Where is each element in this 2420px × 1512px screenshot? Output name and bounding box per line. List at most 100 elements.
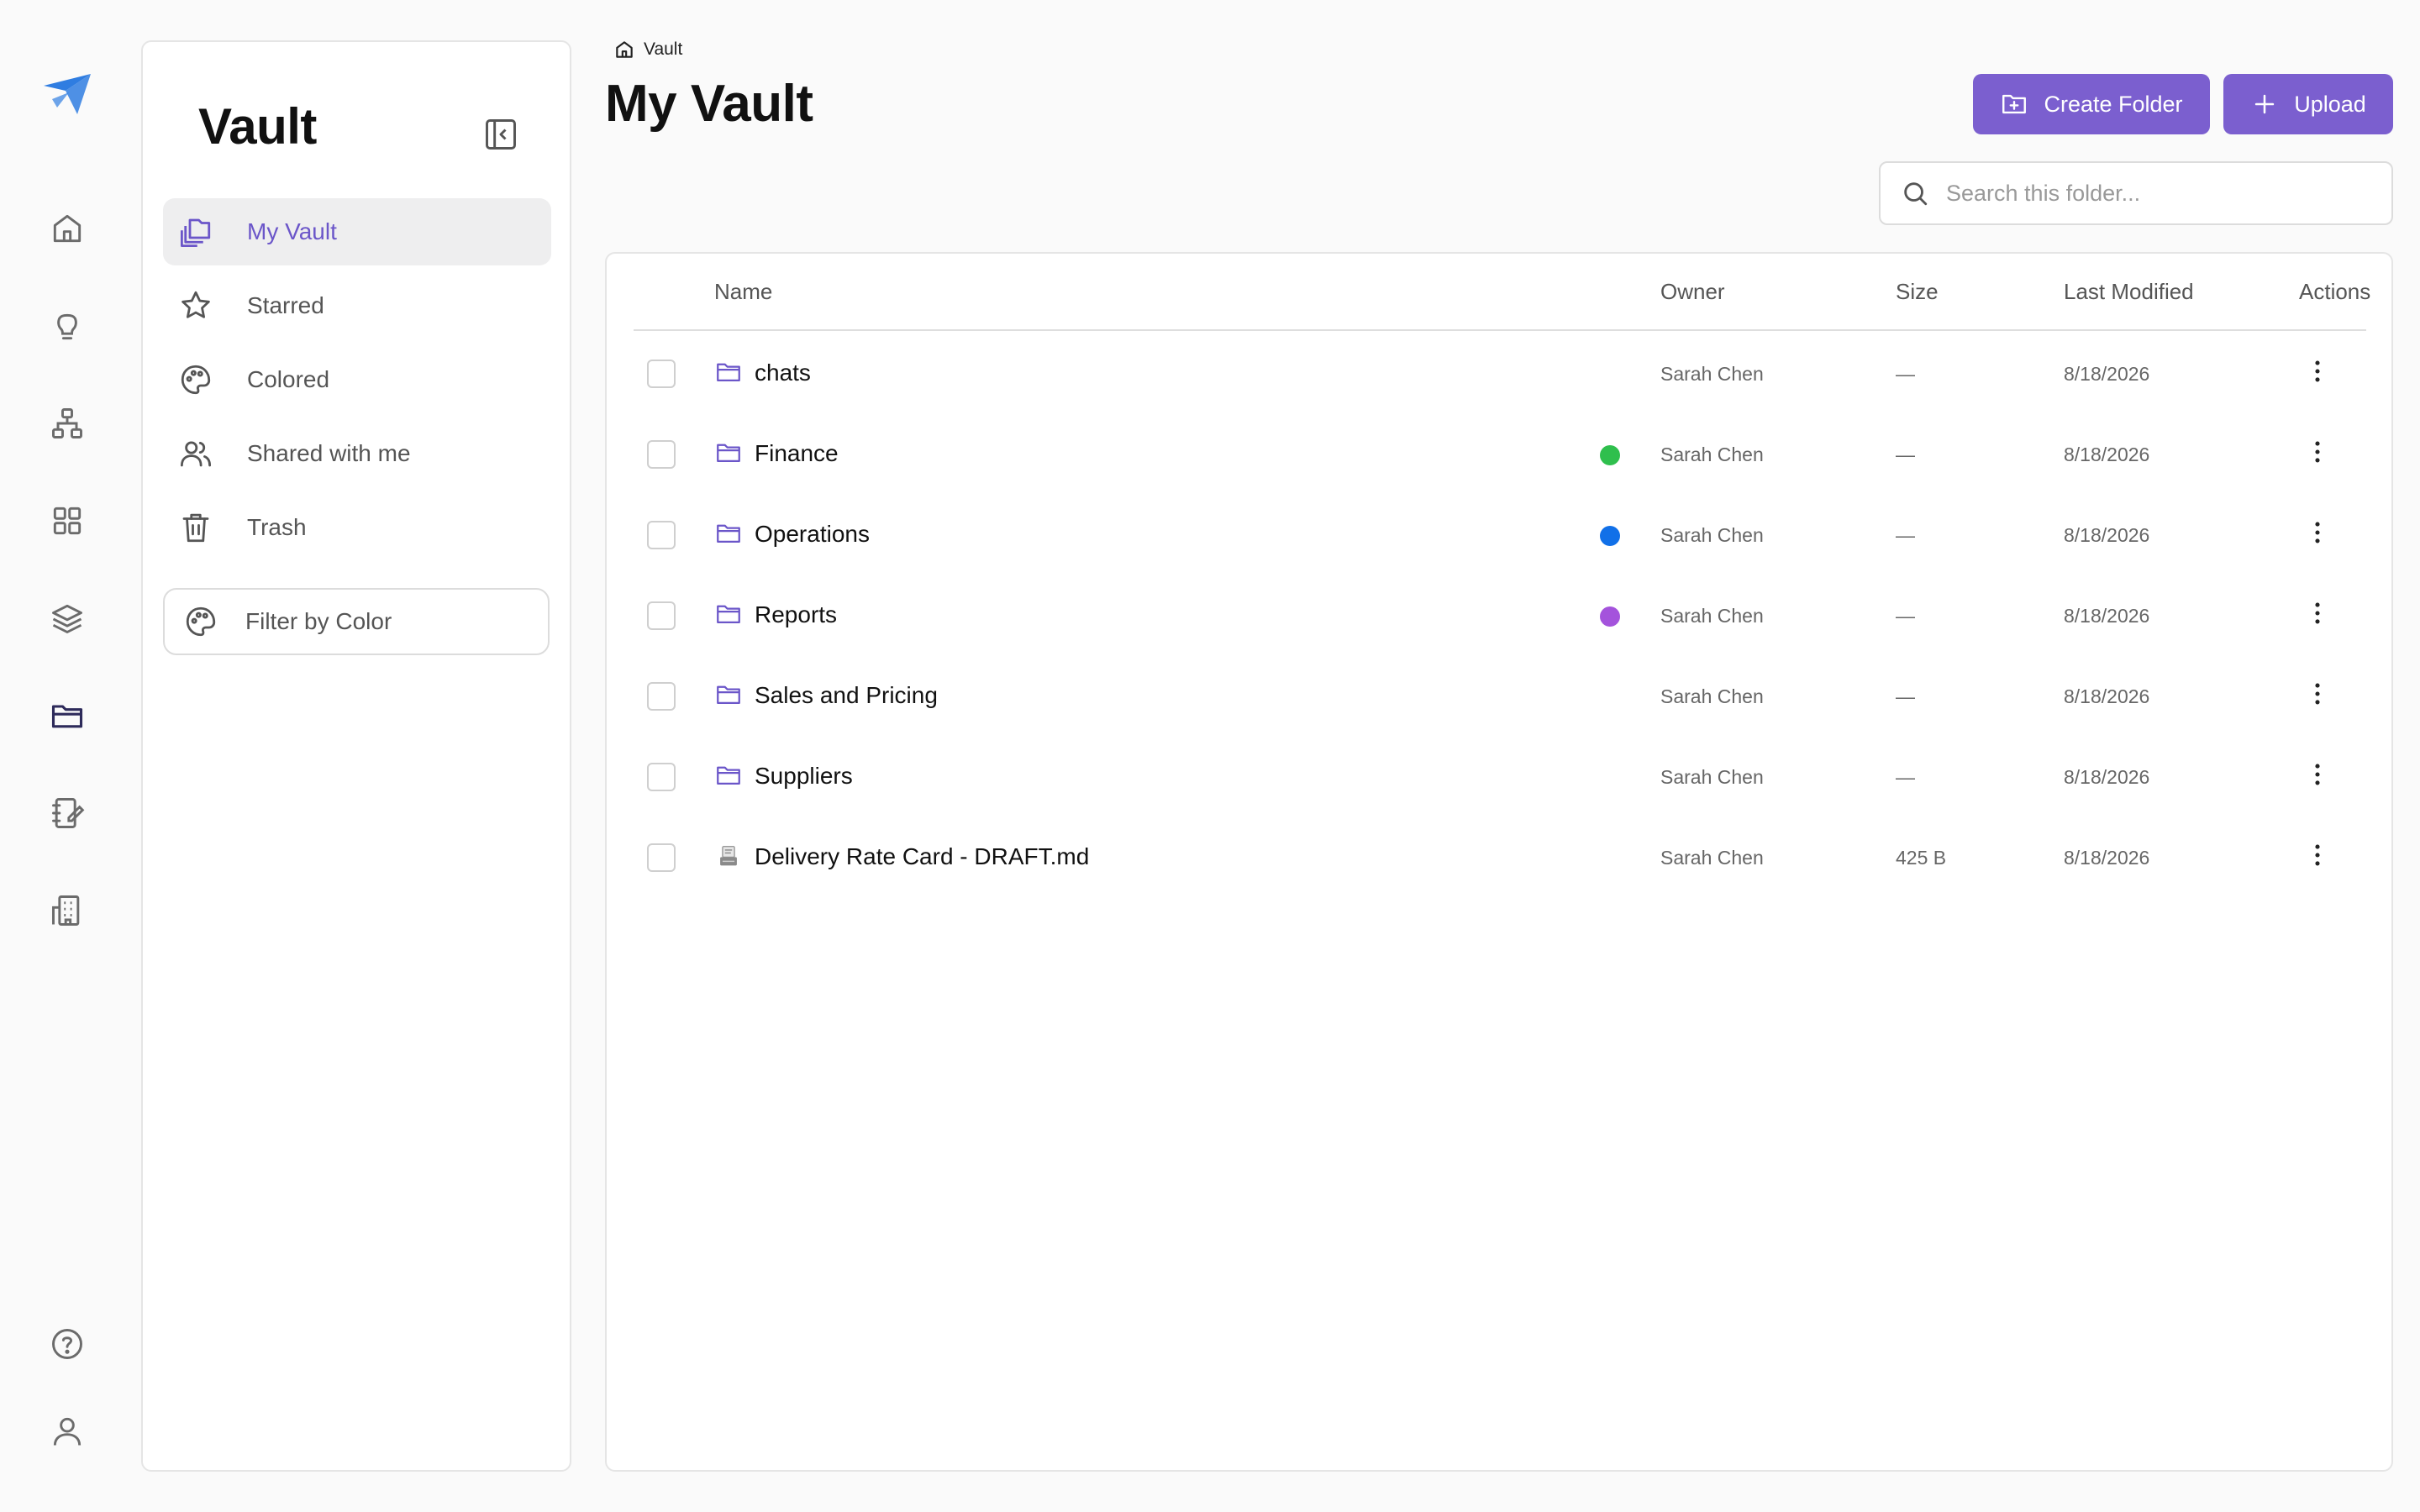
row-actions-button[interactable] bbox=[2301, 596, 2334, 630]
item-size: — bbox=[1896, 685, 1915, 707]
sidebar-item-trash[interactable]: Trash bbox=[163, 494, 551, 561]
sidebar-item-starred[interactable]: Starred bbox=[163, 272, 551, 339]
search-input[interactable] bbox=[1946, 180, 2383, 207]
item-name[interactable]: Suppliers bbox=[755, 763, 853, 790]
row-actions-button[interactable] bbox=[2301, 516, 2334, 549]
item-modified: 8/18/2026 bbox=[2064, 605, 2150, 627]
users-icon bbox=[180, 441, 212, 467]
folder-icon[interactable] bbox=[40, 689, 94, 743]
column-header-last-modified[interactable]: Last Modified bbox=[2064, 279, 2194, 305]
sidebar-collapse-icon bbox=[486, 119, 516, 150]
row-actions-button[interactable] bbox=[2301, 435, 2334, 469]
row-actions-button[interactable] bbox=[2301, 677, 2334, 711]
more-vertical-icon bbox=[2315, 844, 2320, 866]
table-row[interactable]: Sales and Pricing Sarah Chen — 8/18/2026 bbox=[634, 654, 2366, 734]
sidebar-item-label: Colored bbox=[247, 366, 330, 392]
user-icon[interactable] bbox=[40, 1404, 94, 1458]
item-modified: 8/18/2026 bbox=[2064, 363, 2150, 385]
sidebar-item-label: Shared with me bbox=[247, 440, 411, 466]
vault-nav: My Vault Starred Colored Shared with me … bbox=[163, 198, 551, 568]
column-header-owner[interactable]: Owner bbox=[1660, 279, 1725, 305]
row-checkbox[interactable] bbox=[647, 521, 676, 549]
filter-by-color-button[interactable]: Filter by Color bbox=[163, 588, 550, 655]
copy-files-icon bbox=[180, 218, 211, 248]
notebook-edit-icon[interactable] bbox=[40, 786, 94, 840]
home-icon[interactable] bbox=[40, 202, 94, 255]
folder-icon bbox=[717, 766, 740, 785]
table-row[interactable]: Suppliers Sarah Chen — 8/18/2026 bbox=[634, 734, 2366, 815]
more-vertical-icon bbox=[2315, 764, 2320, 785]
star-icon bbox=[182, 291, 210, 318]
row-checkbox[interactable] bbox=[647, 360, 676, 388]
table-row[interactable]: chats Sarah Chen — 8/18/2026 bbox=[634, 331, 2366, 412]
layers-icon[interactable] bbox=[40, 591, 94, 645]
table-header: Name Owner Size Last Modified Actions bbox=[634, 254, 2370, 331]
column-header-name[interactable]: Name bbox=[714, 279, 772, 305]
row-actions-button[interactable] bbox=[2301, 354, 2334, 388]
hierarchy-icon[interactable] bbox=[40, 396, 94, 450]
item-size: 425 B bbox=[1896, 847, 1947, 869]
row-checkbox[interactable] bbox=[647, 601, 676, 630]
item-name[interactable]: Delivery Rate Card - DRAFT.md bbox=[755, 843, 1089, 870]
more-vertical-icon bbox=[2315, 602, 2320, 624]
item-name[interactable]: Sales and Pricing bbox=[755, 682, 938, 709]
row-actions-button[interactable] bbox=[2301, 758, 2334, 791]
sidebar-item-shared-with-me[interactable]: Shared with me bbox=[163, 420, 551, 487]
item-size: — bbox=[1896, 524, 1915, 546]
item-owner: Sarah Chen bbox=[1660, 605, 1764, 627]
file-table: Name Owner Size Last Modified Actions ch… bbox=[605, 252, 2393, 1472]
home-icon[interactable] bbox=[613, 39, 635, 60]
item-name[interactable]: Reports bbox=[755, 601, 837, 628]
filter-by-color-label: Filter by Color bbox=[245, 608, 392, 634]
trash-icon bbox=[182, 513, 209, 543]
folder-icon bbox=[717, 685, 740, 705]
item-name[interactable]: chats bbox=[755, 360, 811, 386]
item-owner: Sarah Chen bbox=[1660, 444, 1764, 465]
sidebar-item-label: Trash bbox=[247, 514, 307, 540]
help-circle-icon[interactable] bbox=[40, 1317, 94, 1371]
column-header-actions: Actions bbox=[2299, 279, 2371, 304]
item-owner: Sarah Chen bbox=[1660, 524, 1764, 546]
item-owner: Sarah Chen bbox=[1660, 847, 1764, 869]
upload-button[interactable]: Upload bbox=[2223, 74, 2393, 134]
row-actions-button[interactable] bbox=[2301, 838, 2334, 872]
folder-icon bbox=[717, 363, 740, 382]
palette-icon bbox=[181, 365, 211, 395]
table-row[interactable]: Operations Sarah Chen — 8/18/2026 bbox=[634, 492, 2366, 573]
column-header-size[interactable]: Size bbox=[1896, 279, 1939, 305]
item-name[interactable]: Operations bbox=[755, 521, 870, 548]
item-owner: Sarah Chen bbox=[1660, 363, 1764, 385]
sidebar-item-colored[interactable]: Colored bbox=[163, 346, 551, 413]
item-size: — bbox=[1896, 605, 1915, 627]
lightbulb-icon[interactable] bbox=[40, 299, 94, 353]
item-size: — bbox=[1896, 766, 1915, 788]
more-vertical-icon bbox=[2315, 360, 2320, 382]
row-checkbox[interactable] bbox=[647, 763, 676, 791]
item-name[interactable]: Finance bbox=[755, 440, 839, 467]
plus-icon bbox=[2255, 94, 2275, 114]
app-rail bbox=[0, 0, 134, 1512]
paper-plane-logo-icon[interactable] bbox=[40, 71, 94, 118]
row-checkbox[interactable] bbox=[647, 682, 676, 711]
building-icon[interactable] bbox=[40, 884, 94, 937]
breadcrumb-vault-link[interactable]: Vault bbox=[644, 39, 682, 60]
row-checkbox[interactable] bbox=[647, 440, 676, 469]
sidebar-title: Vault bbox=[198, 98, 317, 155]
table-row[interactable]: Reports Sarah Chen — 8/18/2026 bbox=[634, 573, 2366, 654]
sidebar-item-label: Starred bbox=[247, 292, 324, 318]
collapse-sidebar-button[interactable] bbox=[476, 109, 526, 160]
table-row[interactable]: Finance Sarah Chen — 8/18/2026 bbox=[634, 412, 2366, 492]
table-row[interactable]: Delivery Rate Card - DRAFT.md Sarah Chen… bbox=[634, 815, 2366, 895]
vault-sidebar: Vault My Vault Starred Colored Shared wi… bbox=[141, 40, 571, 1472]
folder-plus-icon bbox=[2002, 94, 2027, 114]
apps-grid-icon[interactable] bbox=[40, 494, 94, 548]
item-owner: Sarah Chen bbox=[1660, 685, 1764, 707]
sidebar-item-label: My Vault bbox=[247, 218, 337, 244]
breadcrumb: Vault bbox=[613, 39, 682, 60]
sidebar-item-my-vault[interactable]: My Vault bbox=[163, 198, 551, 265]
document-file-icon bbox=[720, 845, 737, 866]
folder-icon bbox=[717, 605, 740, 624]
row-checkbox[interactable] bbox=[647, 843, 676, 872]
more-vertical-icon bbox=[2315, 441, 2320, 463]
create-folder-button[interactable]: Create Folder bbox=[1973, 74, 2210, 134]
